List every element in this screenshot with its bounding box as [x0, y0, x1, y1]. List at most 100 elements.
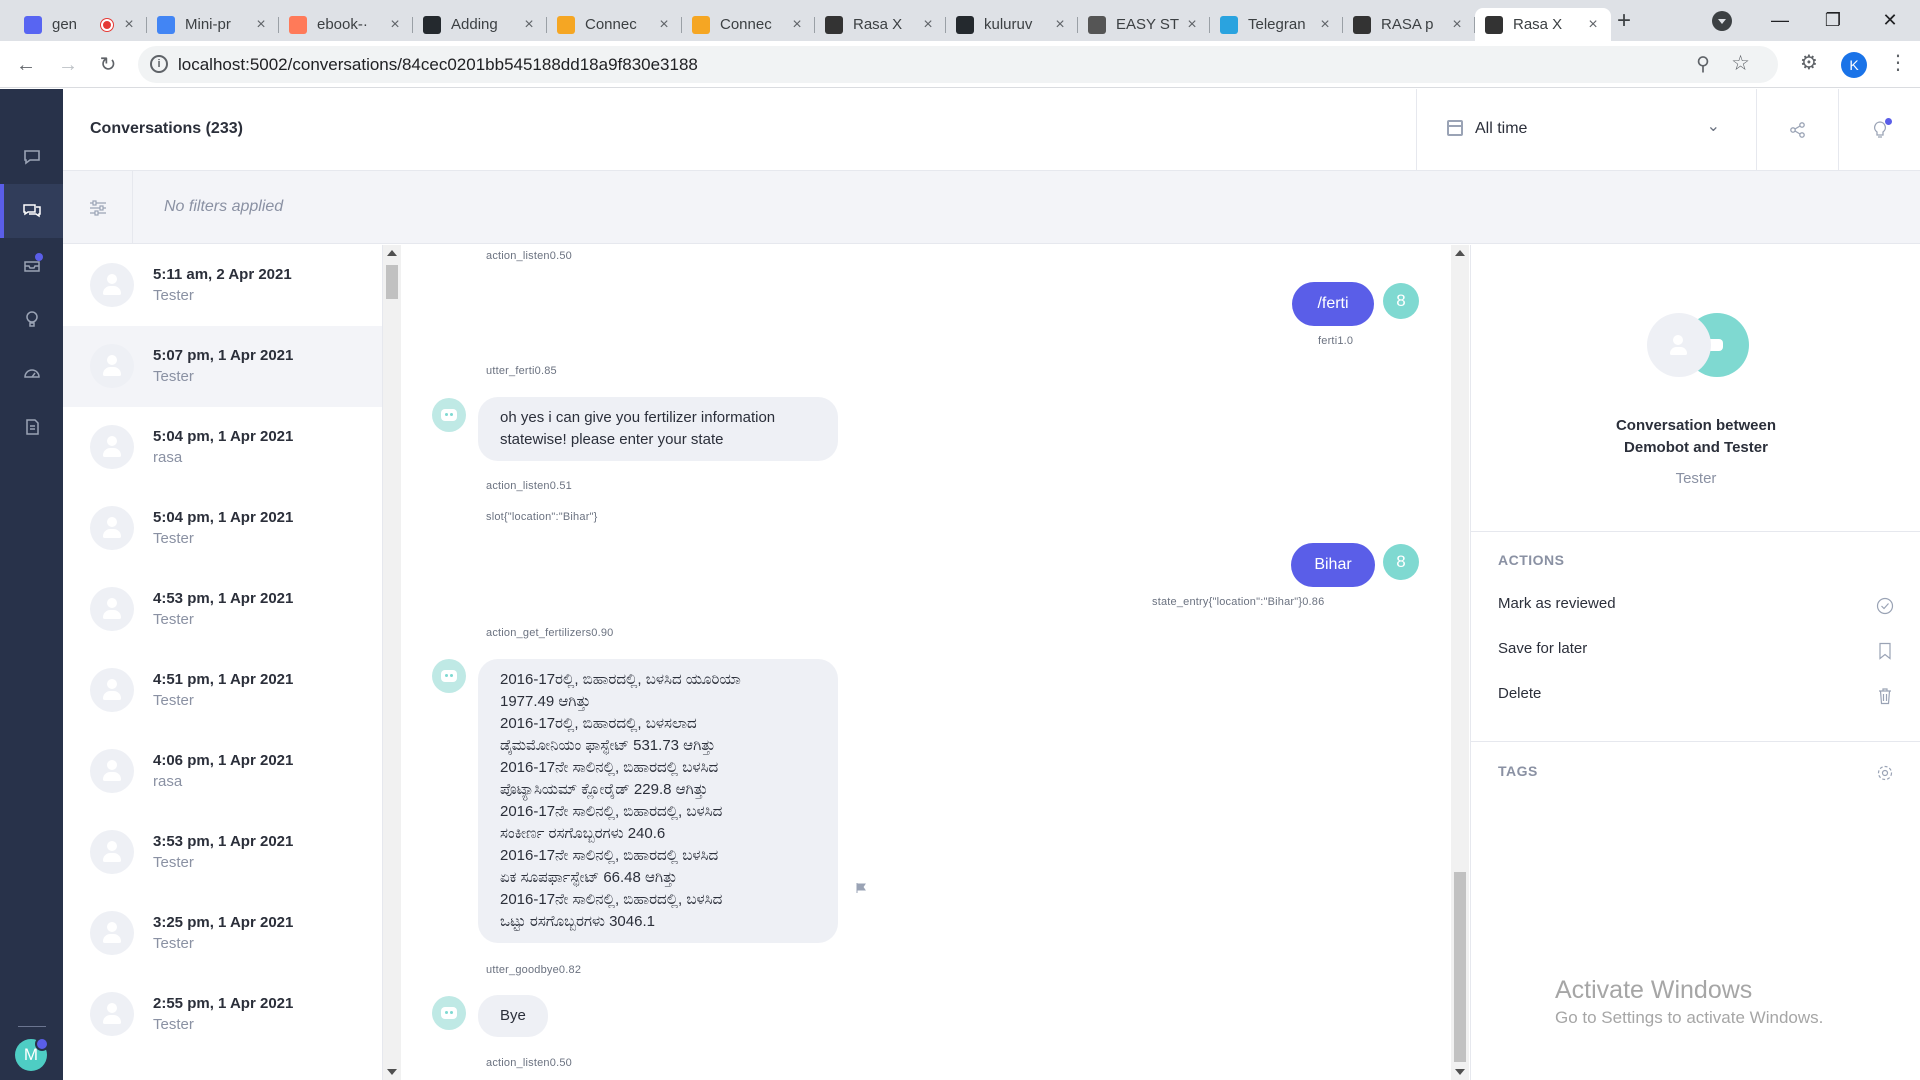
url-text[interactable]: localhost:5002/conversations/84cec0201bb…: [178, 55, 698, 75]
browser-tab[interactable]: Connec ×: [682, 8, 815, 41]
address-bar[interactable]: i localhost:5002/conversations/84cec0201…: [138, 46, 1778, 83]
conversation-user: Tester: [153, 368, 194, 385]
new-tab-button[interactable]: +: [1610, 8, 1638, 36]
user-avatar-icon: [90, 749, 134, 793]
bookmark-star-icon[interactable]: ☆: [1731, 51, 1750, 76]
scroll-thumb[interactable]: [386, 265, 398, 299]
close-tab-icon[interactable]: ×: [387, 16, 403, 34]
scroll-down-arrow[interactable]: [387, 1069, 397, 1075]
sliders-icon: [89, 199, 106, 216]
conversation-list-item[interactable]: 4:53 pm, 1 Apr 2021 Tester: [63, 569, 382, 650]
rasa-icon: [825, 15, 843, 34]
maximize-button[interactable]: ❐: [1813, 6, 1853, 34]
site-info-icon[interactable]: i: [150, 55, 168, 73]
user-avatar-icon: [90, 506, 134, 550]
filters-status: No filters applied: [164, 198, 284, 215]
close-tab-icon[interactable]: ×: [789, 16, 805, 34]
profile-avatar[interactable]: K: [1841, 52, 1867, 78]
conversation-user: Tester: [153, 935, 194, 952]
close-tab-icon[interactable]: ×: [1184, 16, 1200, 34]
browser-tab[interactable]: kuluruv ×: [946, 8, 1078, 41]
action-label: Save for later: [1498, 640, 1588, 657]
conversation-list-item[interactable]: 3:25 pm, 1 Apr 2021 Tester: [63, 893, 382, 974]
activate-windows-watermark: Activate Windows: [1555, 976, 1753, 1004]
nav-logs-icon[interactable]: [0, 400, 63, 454]
bot-message-line: 2016-17ರಲ್ಲಿ, ಬಿಹಾರದಲ್ಲಿ, ಬಳಸಿದ ಯೂರಿಯಾ: [500, 671, 741, 688]
chat-scrollbar[interactable]: [1451, 245, 1469, 1080]
conversation-list-scrollbar[interactable]: [383, 245, 401, 1080]
tab-title: Mini-pr: [185, 16, 231, 33]
user-avatar-icon: [90, 911, 134, 955]
save-for-later-button[interactable]: Save for later: [1498, 640, 1894, 668]
browser-tab[interactable]: ebook-· ×: [279, 8, 413, 41]
browser-tab[interactable]: RASA p ×: [1343, 8, 1475, 41]
tab-title: Rasa X: [1513, 16, 1563, 33]
bot-avatar-icon: [432, 996, 466, 1030]
nav-conversations-icon[interactable]: [0, 184, 63, 238]
github-icon: [423, 15, 441, 34]
conversation-list-item[interactable]: 4:51 pm, 1 Apr 2021 Tester: [63, 650, 382, 731]
browser-tab[interactable]: EASY ST ×: [1078, 8, 1210, 41]
nav-nlu-inbox-icon[interactable]: [0, 238, 63, 292]
flag-icon[interactable]: [855, 882, 867, 894]
conversation-list-item[interactable]: 4:06 pm, 1 Apr 2021 rasa: [63, 731, 382, 812]
close-tab-icon[interactable]: ×: [121, 16, 137, 34]
extensions-icon[interactable]: ⚙: [1800, 50, 1818, 75]
nav-talk-to-bot-icon[interactable]: [0, 130, 63, 184]
tab-search-icon[interactable]: [1712, 11, 1732, 31]
browser-tab[interactable]: Rasa X ×: [1475, 8, 1611, 41]
user-message: Bihar: [1291, 543, 1375, 587]
scroll-down-arrow[interactable]: [1455, 1069, 1465, 1075]
slot-event-label: slot{"location":"Bihar"}: [486, 511, 598, 523]
scroll-thumb[interactable]: [1454, 872, 1466, 1062]
github-icon: [956, 15, 974, 34]
conversation-list-item[interactable]: 5:04 pm, 1 Apr 2021 Tester: [63, 488, 382, 569]
tab-title: ebook-·: [317, 16, 368, 33]
forward-icon[interactable]: →: [52, 49, 84, 81]
share-button[interactable]: [1756, 89, 1838, 171]
date-range-select[interactable]: All time ⌄: [1416, 89, 1756, 171]
user-avatar[interactable]: M: [15, 1037, 49, 1071]
delete-button[interactable]: Delete: [1498, 685, 1894, 713]
conversation-list-item[interactable]: 5:04 pm, 1 Apr 2021 rasa: [63, 407, 382, 488]
conversation-title: Conversation between Demobot and Tester: [1471, 415, 1920, 459]
reload-icon[interactable]: ↻: [92, 49, 124, 81]
page-title: Conversations (233): [90, 120, 243, 137]
browser-tab[interactable]: Telegran ×: [1210, 8, 1343, 41]
mark-reviewed-button[interactable]: Mark as reviewed: [1498, 595, 1894, 623]
close-tab-icon[interactable]: ×: [920, 16, 936, 34]
minimize-button[interactable]: —: [1760, 6, 1800, 34]
close-tab-icon[interactable]: ×: [1052, 16, 1068, 34]
browser-menu-icon[interactable]: ⋮: [1888, 50, 1908, 75]
close-tab-icon[interactable]: ×: [656, 16, 672, 34]
browser-tab[interactable]: Connec ×: [547, 8, 682, 41]
conversation-list-item[interactable]: 2:55 pm, 1 Apr 2021 Tester: [63, 974, 382, 1055]
nav-training-icon[interactable]: [0, 292, 63, 346]
browser-tab[interactable]: gen ×: [14, 8, 147, 41]
conversation-list-item[interactable]: 5:07 pm, 1 Apr 2021 Tester: [63, 326, 382, 407]
close-tab-icon[interactable]: ×: [1585, 16, 1601, 34]
conversation-user: Tester: [153, 1016, 194, 1033]
close-window-button[interactable]: ✕: [1870, 6, 1910, 34]
tab-title: Telegran: [1248, 16, 1306, 33]
scroll-up-arrow[interactable]: [387, 250, 397, 256]
user-avatar-icon: [90, 992, 134, 1036]
gear-icon[interactable]: [1876, 764, 1894, 782]
close-tab-icon[interactable]: ×: [1449, 16, 1465, 34]
recording-indicator-icon: [101, 18, 113, 31]
browser-tab[interactable]: Adding ×: [413, 8, 547, 41]
back-icon[interactable]: ←: [10, 49, 42, 81]
scroll-up-arrow[interactable]: [1455, 250, 1465, 256]
close-tab-icon[interactable]: ×: [1317, 16, 1333, 34]
filter-toggle-button[interactable]: [63, 171, 133, 244]
nav-models-icon[interactable]: [0, 346, 63, 400]
conversation-list-item[interactable]: 3:53 pm, 1 Apr 2021 Tester: [63, 812, 382, 893]
browser-tab[interactable]: Mini-pr ×: [147, 8, 279, 41]
tips-button[interactable]: [1838, 89, 1920, 171]
zoom-icon[interactable]: ⚲: [1696, 53, 1710, 76]
close-tab-icon[interactable]: ×: [521, 16, 537, 34]
conversation-list-item[interactable]: 5:11 am, 2 Apr 2021 Tester: [63, 245, 382, 326]
user-message: /ferti: [1292, 282, 1374, 326]
close-tab-icon[interactable]: ×: [253, 16, 269, 34]
browser-tab[interactable]: Rasa X ×: [815, 8, 946, 41]
